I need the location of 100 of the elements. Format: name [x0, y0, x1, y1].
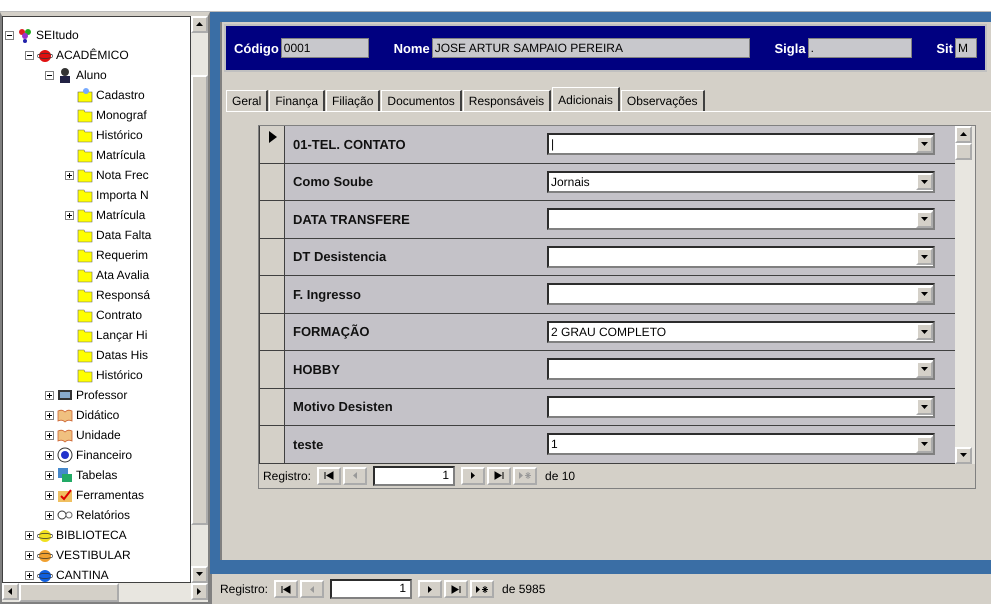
- next-record-button[interactable]: [461, 466, 486, 484]
- folder-icon: [77, 107, 93, 123]
- expand-icon[interactable]: [25, 570, 34, 580]
- record-number-field[interactable]: 1: [373, 466, 456, 486]
- expand-icon[interactable]: [45, 490, 54, 500]
- dropdown-field[interactable]: [547, 208, 935, 230]
- first-record-button[interactable]: [317, 466, 342, 484]
- scroll-up-button[interactable]: [191, 16, 208, 33]
- collapse-icon[interactable]: [25, 50, 34, 60]
- tree-item[interactable]: Unidade: [76, 428, 121, 442]
- current-row-icon: [269, 131, 277, 143]
- dropdown-field[interactable]: [547, 358, 935, 380]
- tree-item[interactable]: Nota Frec: [96, 168, 149, 182]
- tab[interactable]: Filiação: [326, 90, 380, 111]
- scroll-down-button[interactable]: [955, 446, 972, 464]
- scroll-right-button[interactable]: [191, 583, 208, 600]
- flower-icon: [17, 27, 33, 43]
- tree-item[interactable]: Ferramentas: [76, 488, 144, 502]
- tree-item[interactable]: Ata Avalia: [96, 268, 150, 282]
- scroll-left-button[interactable]: [2, 583, 19, 600]
- tree-item[interactable]: BIBLIOTECA: [56, 528, 127, 542]
- folder-icon: [77, 147, 93, 163]
- tab[interactable]: Documentos: [381, 90, 462, 111]
- dropdown-field[interactable]: |: [547, 133, 935, 155]
- record-selector[interactable]: [259, 314, 285, 350]
- dropdown-field[interactable]: [547, 246, 935, 268]
- record-selector[interactable]: [259, 238, 285, 275]
- record-selector[interactable]: [259, 126, 285, 162]
- next-record-button[interactable]: [418, 580, 442, 598]
- tree-item[interactable]: Professor: [76, 388, 128, 402]
- expand-icon[interactable]: [45, 470, 54, 480]
- field-label: F. Ingresso: [292, 286, 362, 304]
- tree-item[interactable]: Matrícula: [96, 148, 146, 162]
- text-field[interactable]: JOSE ARTUR SAMPAIO PEREIRA: [432, 38, 750, 58]
- tree-item[interactable]: Monograf: [96, 108, 147, 122]
- last-icon: [494, 471, 504, 480]
- scroll-thumb[interactable]: [191, 74, 208, 524]
- record-selector[interactable]: [259, 164, 285, 200]
- tab[interactable]: Geral: [226, 90, 268, 111]
- record-selector[interactable]: [259, 201, 285, 238]
- dropdown-field[interactable]: [547, 283, 935, 305]
- tree-item[interactable]: Didático: [76, 408, 120, 422]
- tree-item[interactable]: Tabelas: [76, 468, 118, 482]
- tree-item[interactable]: ACADÊMICO: [56, 48, 129, 62]
- tree-item[interactable]: Aluno: [76, 68, 107, 82]
- first-icon: [324, 471, 334, 480]
- collapse-icon[interactable]: [5, 30, 14, 40]
- expand-icon[interactable]: [25, 550, 34, 560]
- record-selector[interactable]: [259, 388, 285, 425]
- record-selector[interactable]: [259, 351, 285, 388]
- last-record-button[interactable]: [487, 466, 512, 484]
- scroll-up-button[interactable]: [955, 126, 972, 143]
- tab[interactable]: Observações: [620, 90, 705, 111]
- tree-item[interactable]: Relatórios: [76, 508, 130, 522]
- dropdown-field[interactable]: Jornais: [547, 170, 935, 192]
- expand-icon[interactable]: [45, 510, 54, 520]
- text-field[interactable]: 0001: [280, 38, 369, 58]
- tree-item[interactable]: CANTINA: [56, 568, 109, 582]
- text-field[interactable]: M: [954, 38, 977, 58]
- tree-item[interactable]: Contrato: [96, 308, 142, 322]
- folder-icon: [77, 287, 93, 303]
- tree-item[interactable]: Datas His: [96, 348, 148, 362]
- tree-item[interactable]: Histórico: [96, 128, 143, 142]
- dropdown-field[interactable]: [547, 396, 935, 418]
- expand-icon[interactable]: [25, 530, 34, 540]
- field-label: FORMAÇÃO: [292, 323, 371, 342]
- tree-item[interactable]: Data Falta: [96, 228, 152, 242]
- dropdown-field[interactable]: 2 GRAU COMPLETO: [547, 320, 935, 342]
- dropdown-field[interactable]: 1: [547, 433, 935, 455]
- record-number-field[interactable]: 1: [330, 579, 412, 599]
- tab[interactable]: Responsáveis: [462, 90, 552, 111]
- tree-item[interactable]: Requerim: [96, 248, 148, 262]
- expand-icon[interactable]: [65, 170, 74, 180]
- last-record-button[interactable]: [444, 580, 468, 598]
- text-field[interactable]: .: [808, 38, 912, 58]
- tab[interactable]: Finança: [269, 90, 326, 111]
- tree-item[interactable]: Cadastro: [96, 88, 145, 102]
- tab[interactable]: Adicionais: [552, 87, 620, 111]
- tree-item[interactable]: Matrícula: [96, 208, 146, 222]
- tree-item[interactable]: Histórico: [96, 368, 143, 382]
- record-selector[interactable]: [259, 426, 285, 462]
- expand-icon[interactable]: [45, 450, 54, 460]
- expand-icon[interactable]: [45, 430, 54, 440]
- record-selector[interactable]: [259, 276, 285, 312]
- tree-item[interactable]: SEItudo: [36, 28, 79, 42]
- collapse-icon[interactable]: [45, 70, 54, 80]
- scroll-down-button[interactable]: [191, 566, 208, 583]
- scroll-thumb[interactable]: [19, 583, 119, 602]
- tree-item[interactable]: Financeiro: [76, 448, 132, 462]
- first-record-button[interactable]: [274, 580, 298, 598]
- tree-item[interactable]: Lançar Hi: [96, 328, 148, 342]
- record-count: de 5985: [502, 582, 546, 596]
- expand-icon[interactable]: [45, 390, 54, 400]
- scroll-thumb[interactable]: [955, 143, 972, 160]
- tree-item[interactable]: Responsá: [96, 288, 150, 302]
- expand-icon[interactable]: [45, 410, 54, 420]
- new-record-button[interactable]: [470, 580, 494, 598]
- expand-icon[interactable]: [65, 210, 74, 220]
- tree-item[interactable]: Importa N: [96, 188, 149, 202]
- tree-item[interactable]: VESTIBULAR: [56, 548, 131, 562]
